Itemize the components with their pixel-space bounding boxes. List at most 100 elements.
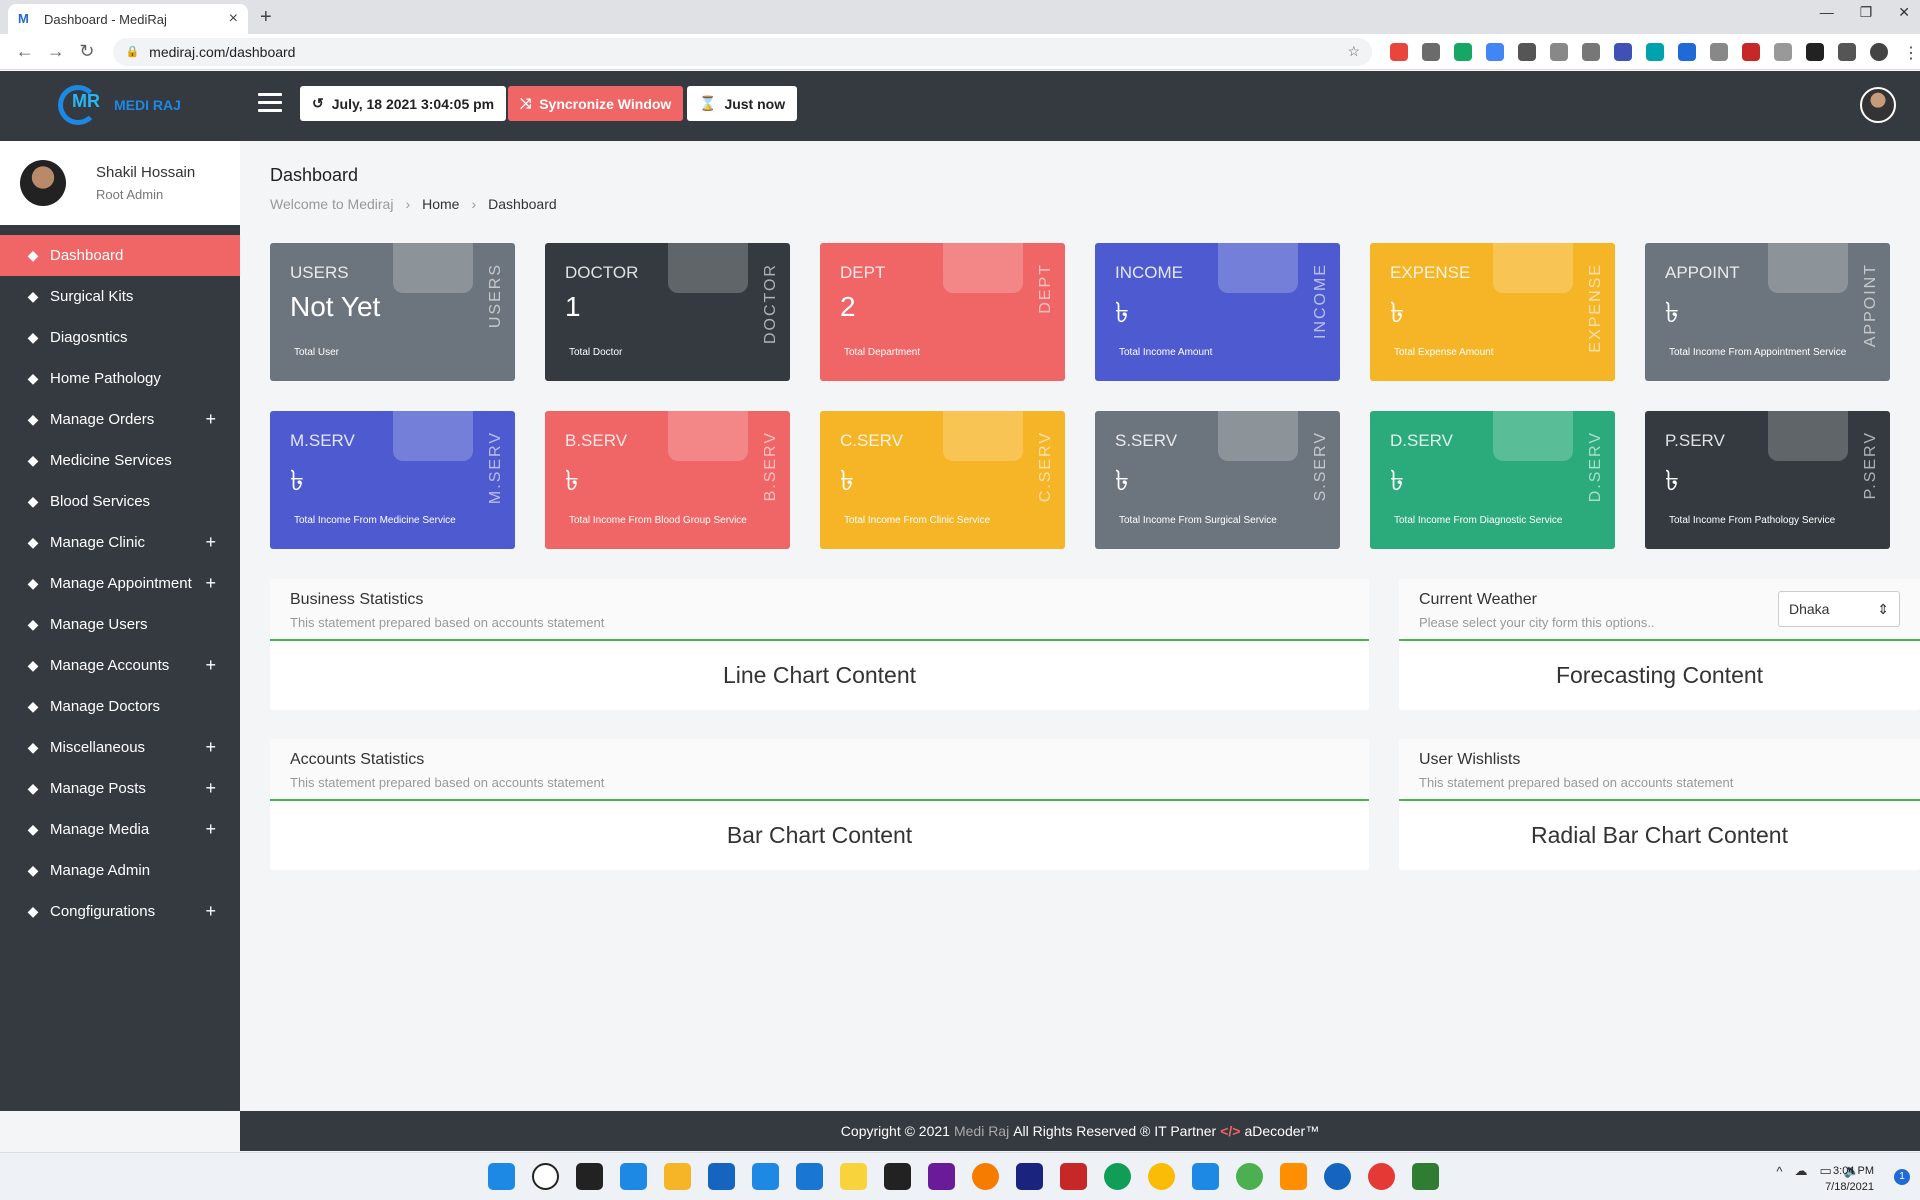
extension-icon[interactable] (1646, 42, 1664, 61)
sidebar-item-diagosntics[interactable]: ◆ Diagosntics (0, 317, 240, 358)
taskbar-clock[interactable]: 3:04 PM 7/18/2021 (1825, 1163, 1874, 1195)
sidebar-item-dashboard[interactable]: ◆ Dashboard (0, 235, 240, 276)
datetime-button[interactable]: ↺ July, 18 2021 3:04:05 pm (300, 86, 507, 121)
extension-icon[interactable] (1550, 42, 1568, 61)
task-view-icon[interactable] (576, 1163, 603, 1190)
extension-icon[interactable] (1390, 42, 1408, 61)
footer-partner[interactable]: aDecoder™ (1244, 1123, 1319, 1139)
avatar[interactable] (1860, 87, 1896, 123)
vscode-icon[interactable] (1192, 1163, 1219, 1190)
edge-icon[interactable] (1104, 1163, 1131, 1190)
maximize-icon[interactable]: ❐ (1860, 4, 1873, 21)
address-bar[interactable]: 🔒 mediraj.com/dashboard ☆ (113, 37, 1372, 66)
extension-icon[interactable] (1710, 42, 1728, 61)
sidebar-item-manage-accounts[interactable]: ◆ Manage Accounts + (0, 645, 240, 686)
extension-icon[interactable] (1806, 42, 1824, 61)
close-tab-icon[interactable]: × (229, 10, 238, 28)
expand-plus-icon[interactable]: + (205, 819, 216, 840)
postman-icon[interactable] (972, 1163, 999, 1190)
new-tab-button[interactable]: + (260, 6, 272, 29)
stat-card-dserv[interactable]: D.SERV ৳ Total Income From Diagnostic Serv… (1370, 411, 1615, 549)
menu-dots-icon[interactable]: ⋮ (1902, 42, 1920, 62)
sidebar-item-manage-doctors[interactable]: ◆ Manage Doctors (0, 686, 240, 727)
cloud-icon[interactable]: ☁ (1795, 1163, 1808, 1179)
stat-card-users[interactable]: USERS Not Yet Total User USERS (270, 243, 515, 381)
sidebar-profile[interactable]: Shakil Hossain Root Admin (0, 141, 240, 225)
notification-badge[interactable]: 1 (1894, 1169, 1910, 1185)
windows-start-icon[interactable] (488, 1163, 515, 1190)
extension-icon[interactable] (1678, 42, 1696, 61)
stat-card-pserv[interactable]: P.SERV ৳ Total Income From Pathology Servi… (1645, 411, 1890, 549)
puzzle-icon[interactable] (1838, 42, 1856, 61)
footer-brand[interactable]: Medi Raj (954, 1123, 1009, 1139)
sidebar-item-medicine-services[interactable]: ◆ Medicine Services (0, 440, 240, 481)
pycharm-icon[interactable] (884, 1163, 911, 1190)
stat-card-appoint[interactable]: APPOINT ৳ Total Income From Appointment Se… (1645, 243, 1890, 381)
sidebar-item-manage-orders[interactable]: ◆ Manage Orders + (0, 399, 240, 440)
app-icon[interactable] (840, 1163, 867, 1190)
app-icon[interactable] (1016, 1163, 1043, 1190)
minimize-icon[interactable]: — (1820, 4, 1834, 21)
stat-card-expense[interactable]: EXPENSE ৳ Total Expense Amount EXPENSE (1370, 243, 1615, 381)
hamburger-menu-icon[interactable] (258, 93, 282, 117)
sidebar-item-manage-admin[interactable]: ◆ Manage Admin (0, 850, 240, 891)
reload-icon[interactable]: ↻ (74, 41, 99, 62)
breadcrumb-home[interactable]: Home (422, 196, 459, 212)
just-now-button[interactable]: ⌛ Just now (687, 86, 798, 121)
app-icon[interactable] (1412, 1163, 1439, 1190)
close-window-icon[interactable]: ✕ (1898, 4, 1910, 21)
sidebar-item-home-pathology[interactable]: ◆ Home Pathology (0, 358, 240, 399)
extension-icon[interactable] (1774, 42, 1792, 61)
sync-window-button[interactable]: ⤨ Syncronize Window (508, 86, 684, 121)
expand-plus-icon[interactable]: + (205, 737, 216, 758)
extension-icon[interactable] (1742, 42, 1760, 61)
browser-tab[interactable]: M Dashboard - MediRaj × (8, 4, 248, 34)
expand-plus-icon[interactable]: + (205, 901, 216, 922)
sidebar-item-congfigurations[interactable]: ◆ Congfigurations + (0, 891, 240, 932)
expand-plus-icon[interactable]: + (205, 573, 216, 594)
expand-plus-icon[interactable]: + (205, 778, 216, 799)
sidebar-item-manage-posts[interactable]: ◆ Manage Posts + (0, 768, 240, 809)
extension-icon[interactable] (1518, 42, 1536, 61)
forward-icon[interactable]: → (43, 41, 68, 62)
mail-icon[interactable] (752, 1163, 779, 1190)
widgets-icon[interactable] (620, 1163, 647, 1190)
stat-card-doctor[interactable]: DOCTOR 1 Total Doctor DOCTOR (545, 243, 790, 381)
sidebar-item-manage-media[interactable]: ◆ Manage Media + (0, 809, 240, 850)
sidebar-item-miscellaneous[interactable]: ◆ Miscellaneous + (0, 727, 240, 768)
stat-card-dept[interactable]: DEPT 2 Total Department DEPT (820, 243, 1065, 381)
expand-plus-icon[interactable]: + (205, 532, 216, 553)
stat-card-cserv[interactable]: C.SERV ৳ Total Income From Clinic Service C… (820, 411, 1065, 549)
extension-icon[interactable] (1486, 42, 1504, 61)
logo[interactable]: MR MEDI RAJ (58, 83, 181, 127)
chevron-up-icon[interactable]: ^ (1776, 1164, 1782, 1179)
stat-card-bserv[interactable]: B.SERV ৳ Total Income From Blood Group Ser… (545, 411, 790, 549)
profile-icon[interactable] (1870, 42, 1888, 61)
chrome-icon[interactable] (1148, 1163, 1175, 1190)
file-explorer-icon[interactable] (664, 1163, 691, 1190)
search-icon[interactable] (532, 1163, 559, 1190)
expand-plus-icon[interactable]: + (205, 655, 216, 676)
bookmark-star-icon[interactable]: ☆ (1347, 43, 1360, 60)
store-icon[interactable] (708, 1163, 735, 1190)
acrobat-icon[interactable] (1060, 1163, 1087, 1190)
extension-icon[interactable] (1422, 42, 1440, 61)
heidisql-icon[interactable] (1236, 1163, 1263, 1190)
extension-icon[interactable] (1454, 42, 1472, 61)
chrome-icon[interactable] (1368, 1163, 1395, 1190)
sublime-icon[interactable] (1280, 1163, 1307, 1190)
stat-card-sserv[interactable]: S.SERV ৳ Total Income From Surgical Servic… (1095, 411, 1340, 549)
phpstorm-icon[interactable] (928, 1163, 955, 1190)
back-icon[interactable]: ← (12, 41, 37, 62)
stat-card-income[interactable]: INCOME ৳ Total Income Amount INCOME (1095, 243, 1340, 381)
sidebar-item-manage-clinic[interactable]: ◆ Manage Clinic + (0, 522, 240, 563)
sidebar-item-manage-users[interactable]: ◆ Manage Users (0, 604, 240, 645)
sidebar-item-manage-appointment[interactable]: ◆ Manage Appointment + (0, 563, 240, 604)
sidebar-item-surgical-kits[interactable]: ◆ Surgical Kits (0, 276, 240, 317)
firefox-icon[interactable] (1324, 1163, 1351, 1190)
sidebar-item-blood-services[interactable]: ◆ Blood Services (0, 481, 240, 522)
extension-icon[interactable] (1582, 42, 1600, 61)
city-select[interactable]: Dhaka ⇕ (1778, 591, 1900, 627)
extension-icon[interactable] (1614, 42, 1632, 61)
todo-icon[interactable] (796, 1163, 823, 1190)
